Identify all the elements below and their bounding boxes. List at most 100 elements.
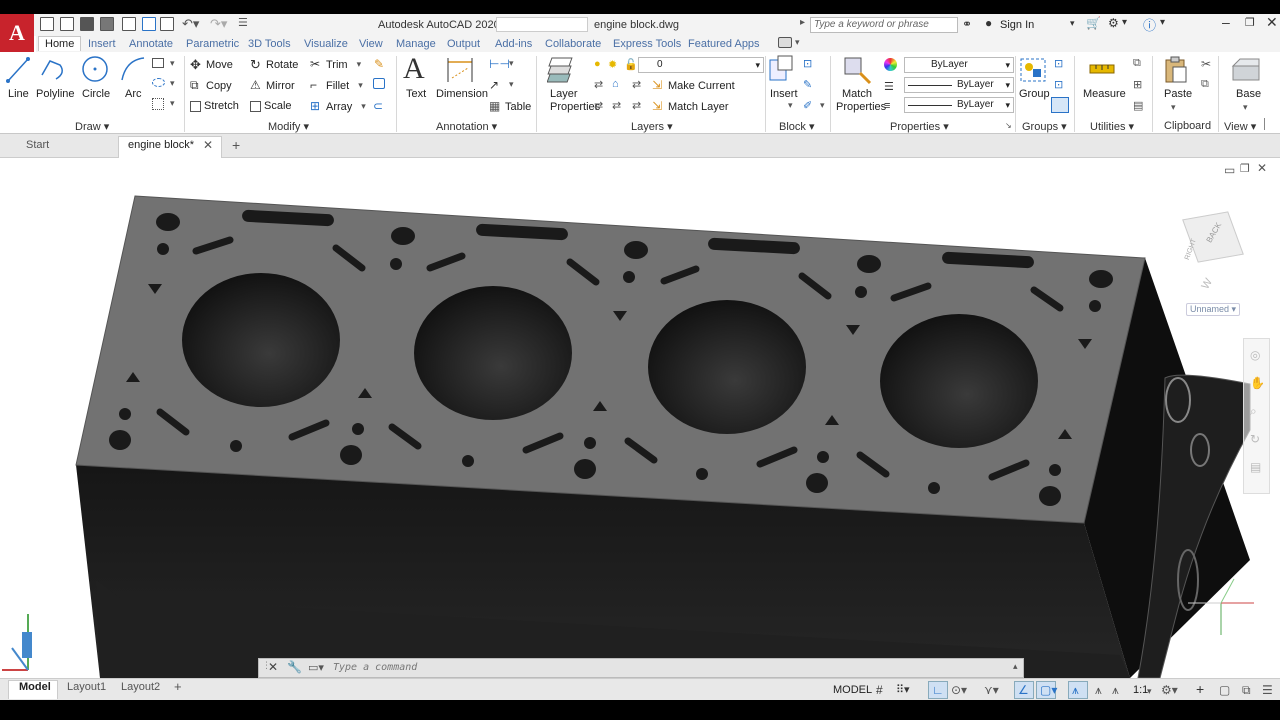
offset-icon[interactable]: ⊂ xyxy=(373,99,383,113)
drawing-viewport[interactable]: ▭ ❐ ✕ BACK RIGHT W Unnamed ▾ ◎ ✋ ⌕ ↻ ▤ xyxy=(0,158,1280,678)
viewport-minimize-icon[interactable]: ▭ xyxy=(1224,163,1235,177)
tab-express-tools[interactable]: Express Tools xyxy=(613,38,681,50)
exchange-dropdown-icon[interactable]: ▾ xyxy=(1122,17,1127,28)
help-dropdown-icon[interactable]: ▾ xyxy=(1160,17,1165,28)
block-panel-label[interactable]: Block ▾ xyxy=(779,120,814,133)
erase-icon[interactable]: ✎ xyxy=(374,57,384,71)
copy-button[interactable]: ⧉ Copy xyxy=(190,79,232,92)
annotation-scale-icon[interactable]: ⩚ xyxy=(1112,683,1125,697)
snap-icon[interactable]: ⠿▾ xyxy=(896,683,910,696)
showmotion-icon[interactable]: ▤ xyxy=(1250,460,1261,474)
exchange-icon[interactable]: ⚙ xyxy=(1108,16,1119,30)
make-current-button[interactable]: ⇲ Make Current xyxy=(652,79,735,92)
layer-off-icon[interactable]: ⇄ xyxy=(594,99,603,112)
polyline-icon[interactable] xyxy=(38,55,68,85)
paste-dropdown-icon[interactable]: ▾ xyxy=(1171,102,1176,113)
help-search-input[interactable]: Type a keyword or phrase xyxy=(810,17,958,33)
cut-icon[interactable]: ✂ xyxy=(1201,57,1211,71)
polar-tracking-icon[interactable]: ⊙▾ xyxy=(951,683,967,697)
annotation-monitor-icon[interactable]: + xyxy=(1196,681,1209,697)
calculator-icon[interactable]: ▤ xyxy=(1133,99,1143,112)
table-button[interactable]: ▦ Table xyxy=(489,100,531,113)
insert-dropdown-icon[interactable]: ▾ xyxy=(788,100,793,111)
select-all-icon[interactable]: ⊞ xyxy=(1133,78,1142,91)
ungroup-icon[interactable]: ⊡ xyxy=(1054,57,1063,70)
tab-featured-apps[interactable]: Featured Apps xyxy=(688,38,760,50)
line-icon[interactable] xyxy=(5,55,31,85)
array-button[interactable]: ⊞ Array ▾ xyxy=(310,100,366,113)
tab-add-ins[interactable]: Add-ins xyxy=(495,38,532,50)
text-icon[interactable]: A xyxy=(403,52,425,86)
save-as-icon[interactable] xyxy=(100,17,114,31)
share-icon[interactable] xyxy=(142,17,156,31)
linear-dimension-dropdown-icon[interactable]: ▾ xyxy=(509,58,514,69)
tab-model[interactable]: Model xyxy=(19,681,51,693)
edit-attributes-icon[interactable]: ✐ xyxy=(803,99,812,112)
rectangle-dropdown-icon[interactable]: ▾ xyxy=(170,58,175,69)
steering-wheel-icon[interactable]: ◎ xyxy=(1250,348,1260,362)
recent-commands-icon[interactable]: ▭▾ xyxy=(308,661,324,674)
layer-on-icon[interactable]: ● xyxy=(594,58,601,70)
hatch-dropdown-icon[interactable]: ▾ xyxy=(170,98,175,109)
new-tab-icon[interactable]: + xyxy=(232,137,240,153)
dimension-icon[interactable] xyxy=(444,56,476,84)
groups-panel-label[interactable]: Groups ▾ xyxy=(1022,120,1067,133)
array-dropdown-icon[interactable]: ▾ xyxy=(361,101,366,112)
dimension-button[interactable]: Dimension xyxy=(436,88,488,100)
modify-panel-label[interactable]: Modify ▾ xyxy=(268,120,309,133)
hatch-icon[interactable] xyxy=(152,98,164,110)
cart-icon[interactable]: 🛒 xyxy=(1086,16,1101,30)
zoom-extents-icon[interactable]: ⌕ xyxy=(1250,404,1257,419)
tab-3d-tools[interactable]: 3D Tools xyxy=(248,38,291,50)
tab-annotate[interactable]: Annotate xyxy=(129,38,173,50)
auto-scale-icon[interactable]: ⩚ xyxy=(1095,683,1108,697)
search-expand-icon[interactable]: ▸ xyxy=(800,17,805,28)
fillet-button[interactable]: ⌐ Fillet ▾ xyxy=(310,79,363,92)
sign-in-link[interactable]: Sign In xyxy=(1000,19,1034,31)
layer-merge-icon[interactable]: ⇄ xyxy=(632,99,641,112)
base-view-icon[interactable] xyxy=(1230,56,1262,84)
group-icon[interactable] xyxy=(1018,55,1048,85)
copy-clip-icon[interactable]: ⧉ xyxy=(1201,78,1209,91)
polyline-button[interactable]: Polyline xyxy=(36,88,75,100)
customize-qat-icon[interactable]: ☰ xyxy=(238,16,248,29)
add-layout-icon[interactable]: + xyxy=(174,679,182,694)
engine-block-model[interactable] xyxy=(0,158,1280,678)
rectangle-icon[interactable] xyxy=(152,58,164,68)
layer-properties-button[interactable]: Layer Properties xyxy=(550,88,600,114)
edit-attributes-dropdown-icon[interactable]: ▾ xyxy=(820,100,825,111)
layer-properties-icon[interactable] xyxy=(547,55,579,85)
clean-screen-icon[interactable]: ⧉ xyxy=(1242,683,1255,697)
new-file-icon[interactable] xyxy=(40,17,54,31)
ribbon-toggle-icon[interactable] xyxy=(778,37,792,48)
annotation-panel-label[interactable]: Annotation ▾ xyxy=(436,120,497,133)
leader-dropdown-icon[interactable]: ▾ xyxy=(509,79,514,90)
layer-unisolate-icon[interactable]: ⇄ xyxy=(612,99,621,112)
command-close-icon[interactable]: ✕ xyxy=(268,660,278,674)
ellipse-dropdown-icon[interactable]: ▾ xyxy=(170,78,175,89)
start-tab[interactable]: Start xyxy=(26,139,49,151)
match-properties-icon[interactable] xyxy=(842,55,872,85)
trim-dropdown-icon[interactable]: ▾ xyxy=(357,59,362,70)
match-properties-button[interactable]: Match Properties xyxy=(836,88,886,114)
insert-block-icon[interactable] xyxy=(768,54,796,86)
circle-button[interactable]: Circle xyxy=(82,88,110,100)
quick-select-icon[interactable]: ⧉ xyxy=(1133,57,1141,70)
orbit-icon[interactable]: ↻ xyxy=(1250,432,1260,446)
isometric-drafting-icon[interactable]: ⋎▾ xyxy=(984,683,999,697)
layer-isolate-icon[interactable]: ⌂ xyxy=(612,78,619,90)
tab-parametric[interactable]: Parametric xyxy=(186,38,239,50)
layer-state-icon[interactable]: ⇄ xyxy=(594,78,603,91)
create-block-icon[interactable]: ⊡ xyxy=(803,57,812,70)
sign-in-dropdown-icon[interactable]: ▾ xyxy=(1070,18,1075,29)
plot-icon[interactable] xyxy=(160,17,174,31)
save-icon[interactable] xyxy=(80,17,94,31)
grid-icon[interactable]: # xyxy=(876,683,889,697)
insert-button[interactable]: Insert xyxy=(770,88,798,100)
redo-icon[interactable]: ↷▾ xyxy=(210,16,227,32)
model-space-toggle[interactable]: MODEL xyxy=(833,684,872,696)
minimize-icon[interactable]: – xyxy=(1222,14,1230,30)
tab-manage[interactable]: Manage xyxy=(396,38,436,50)
line-button[interactable]: Line xyxy=(8,88,29,100)
named-view-dropdown[interactable]: Unnamed ▾ xyxy=(1186,303,1241,316)
